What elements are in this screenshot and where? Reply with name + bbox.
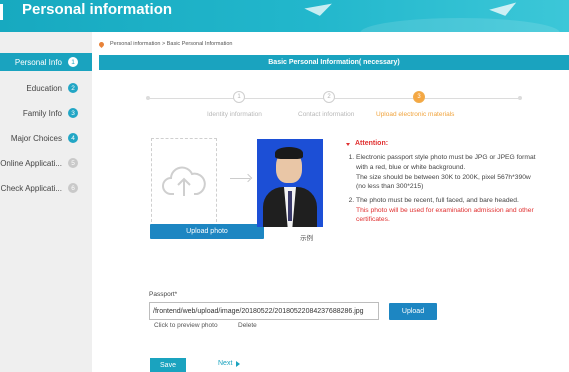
- sample-passport-photo: [257, 139, 323, 227]
- step-number-badge: 2: [68, 83, 78, 93]
- progress-track-end: [146, 96, 150, 100]
- page-title: Personal information: [22, 1, 173, 18]
- step-number-badge: 1: [68, 57, 78, 67]
- photo-hair: [275, 147, 303, 159]
- next-label: Next: [218, 360, 233, 367]
- sidebar-item-label: Online Applicati...: [0, 158, 62, 168]
- location-pin-icon: [97, 40, 106, 48]
- sidebar-item-check-application[interactable]: Check Applicati... 6: [0, 179, 92, 197]
- sidebar-item-label: Personal Info: [14, 57, 62, 67]
- sidebar-item-education[interactable]: Education 2: [0, 79, 92, 97]
- step-number-badge: 6: [68, 183, 78, 193]
- attention-item-2: The photo must be recent, full faced, an…: [356, 196, 536, 225]
- photo-tie: [288, 191, 292, 221]
- delete-link[interactable]: Delete: [238, 322, 257, 329]
- section-title: Basic Personal Information( necessary): [99, 55, 569, 70]
- sidebar-item-online-application[interactable]: Online Applicati... 5: [0, 154, 92, 172]
- photo-upload-dropzone[interactable]: [151, 138, 217, 227]
- passport-upload-button[interactable]: Upload: [389, 303, 437, 320]
- paper-plane-icon: [304, 3, 334, 19]
- preview-photo-link[interactable]: Click to preview photo: [154, 322, 218, 329]
- sample-caption: 示例: [300, 235, 313, 242]
- sidebar-item-major-choices[interactable]: Major Choices 4: [0, 129, 92, 147]
- cloud-upload-icon: [162, 166, 206, 196]
- sidebar-item-family-info[interactable]: Family Info 3: [0, 104, 92, 122]
- step-circle-3: 3: [413, 91, 425, 103]
- arrow-right-icon: [230, 178, 250, 179]
- attention-heading: Attention:: [346, 139, 536, 149]
- attention-notes: Attention: Electronic passport style pho…: [346, 139, 536, 229]
- breadcrumb: Personal information > Basic Personal In…: [97, 40, 233, 48]
- passport-file-field[interactable]: /frontend/web/upload/image/20180522/2018…: [149, 302, 379, 320]
- attention-item-1-text: Electronic passport style photo must be …: [356, 154, 536, 171]
- page-header: Personal information: [0, 0, 569, 32]
- save-button[interactable]: Save: [150, 358, 186, 372]
- next-button[interactable]: Next: [218, 360, 241, 367]
- paper-plane-icon: [489, 2, 519, 20]
- step-number-badge: 3: [68, 108, 78, 118]
- attention-item-2-text: The photo must be recent, full faced, an…: [356, 197, 519, 205]
- sidebar-item-label: Major Choices: [10, 133, 62, 143]
- upload-photo-button[interactable]: Upload photo: [150, 224, 264, 239]
- header-decoration: [360, 18, 560, 32]
- attention-item-1: Electronic passport style photo must be …: [356, 153, 536, 192]
- sidebar-item-personal-info[interactable]: Personal Info 1: [0, 53, 92, 71]
- progress-track-end: [518, 96, 522, 100]
- step-number-badge: 4: [68, 133, 78, 143]
- sidebar-item-label: Education: [26, 83, 62, 93]
- attention-item-2-warning: This photo will be used for examination …: [356, 206, 534, 224]
- caret-right-icon: [236, 360, 241, 367]
- step-label-identity: Identity information: [207, 111, 262, 118]
- header-accent-bar: [0, 4, 3, 20]
- step-circle-1: 1: [233, 91, 245, 103]
- attention-heading-text: Attention:: [355, 140, 389, 147]
- step-label-upload: Upload electronic materials: [376, 111, 455, 118]
- step-number-badge: 5: [68, 158, 78, 168]
- caret-down-icon: [346, 142, 350, 146]
- sidebar-item-label: Check Applicati...: [0, 183, 62, 193]
- step-circle-2: 2: [323, 91, 335, 103]
- breadcrumb-text: Personal information > Basic Personal In…: [110, 41, 233, 47]
- sidebar-item-label: Family Info: [22, 108, 62, 118]
- attention-list: Electronic passport style photo must be …: [346, 153, 536, 225]
- passport-label: Passport*: [149, 291, 178, 298]
- step-label-contact: Contact information: [298, 111, 355, 118]
- attention-item-1-size: The size should be between 30K to 200K, …: [356, 173, 531, 191]
